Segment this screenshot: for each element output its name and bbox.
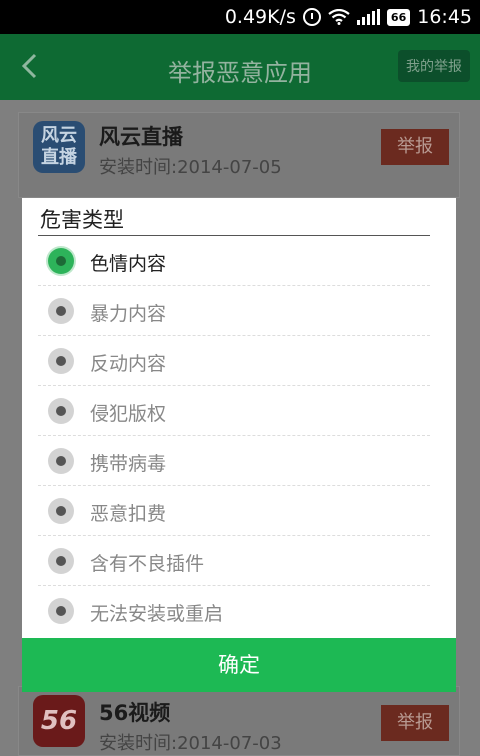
radio-icon[interactable] xyxy=(48,448,74,474)
option-label: 含有不良插件 xyxy=(90,553,205,575)
option-label: 侵犯版权 xyxy=(90,403,167,425)
option-reactionary[interactable]: 反动内容 xyxy=(38,336,430,386)
radio-icon[interactable] xyxy=(48,398,74,424)
option-label: 暴力内容 xyxy=(90,303,167,325)
report-button[interactable]: 举报 xyxy=(381,129,449,165)
dialog-title: 危害类型 xyxy=(40,208,124,232)
install-time: 安装时间:2014-07-05 xyxy=(99,157,282,178)
option-install-failure[interactable]: 无法安装或重启 xyxy=(38,586,430,635)
app-name: 56视频 xyxy=(99,701,171,725)
app-list-item[interactable]: 风云 直播 风云直播 安装时间:2014-07-05 举报 xyxy=(18,112,460,198)
radio-icon[interactable] xyxy=(48,348,74,374)
app-header: 举报恶意应用 我的举报 xyxy=(0,34,480,100)
option-bad-plugin[interactable]: 含有不良插件 xyxy=(38,536,430,586)
app-icon-text: 风云 直播 xyxy=(41,125,77,168)
option-virus[interactable]: 携带病毒 xyxy=(38,436,430,486)
option-label: 恶意扣费 xyxy=(90,503,167,525)
install-time: 安装时间:2014-07-03 xyxy=(99,733,282,754)
status-bar-right: 0.49K/s 66 16:45 xyxy=(225,0,472,34)
app-icon-56: 56 xyxy=(33,695,85,747)
option-label: 携带病毒 xyxy=(90,453,167,475)
option-label: 无法安装或重启 xyxy=(90,603,224,625)
radio-selected-icon[interactable] xyxy=(48,248,74,274)
report-button[interactable]: 举报 xyxy=(381,705,449,741)
app-list-item[interactable]: 56 56视频 安装时间:2014-07-03 举报 xyxy=(18,686,460,756)
option-label: 色情内容 xyxy=(90,253,167,275)
harm-type-dialog: 危害类型 色情内容 暴力内容 反动内容 侵犯版权 携带病毒 恶意扣费 含有不良插… xyxy=(22,198,456,692)
network-speed: 0.49K/s xyxy=(224,6,296,28)
confirm-button[interactable]: 确定 xyxy=(22,638,456,692)
clock: 16:45 xyxy=(417,6,472,28)
option-violence[interactable]: 暴力内容 xyxy=(38,286,430,336)
option-copyright[interactable]: 侵犯版权 xyxy=(38,386,430,436)
signal-icon xyxy=(356,9,380,25)
option-malicious-charge[interactable]: 恶意扣费 xyxy=(38,486,430,536)
harm-type-options: 色情内容 暴力内容 反动内容 侵犯版权 携带病毒 恶意扣费 含有不良插件 无法安… xyxy=(38,236,430,635)
radio-icon[interactable] xyxy=(48,498,74,524)
wifi-icon xyxy=(328,9,350,25)
option-label: 反动内容 xyxy=(90,353,167,375)
app-name: 风云直播 xyxy=(99,125,183,149)
radio-icon[interactable] xyxy=(48,298,74,324)
radio-icon[interactable] xyxy=(48,548,74,574)
battery-icon: 66 xyxy=(386,8,411,26)
radio-icon[interactable] xyxy=(48,598,74,624)
my-reports-button[interactable]: 我的举报 xyxy=(398,50,470,82)
app-icon-fengyun: 风云 直播 xyxy=(33,121,85,173)
app-icon-text: 56 xyxy=(40,706,78,736)
status-bar: 0.49K/s 66 16:45 xyxy=(0,0,480,34)
option-porn[interactable]: 色情内容 xyxy=(38,236,430,286)
alarm-icon xyxy=(302,8,321,26)
